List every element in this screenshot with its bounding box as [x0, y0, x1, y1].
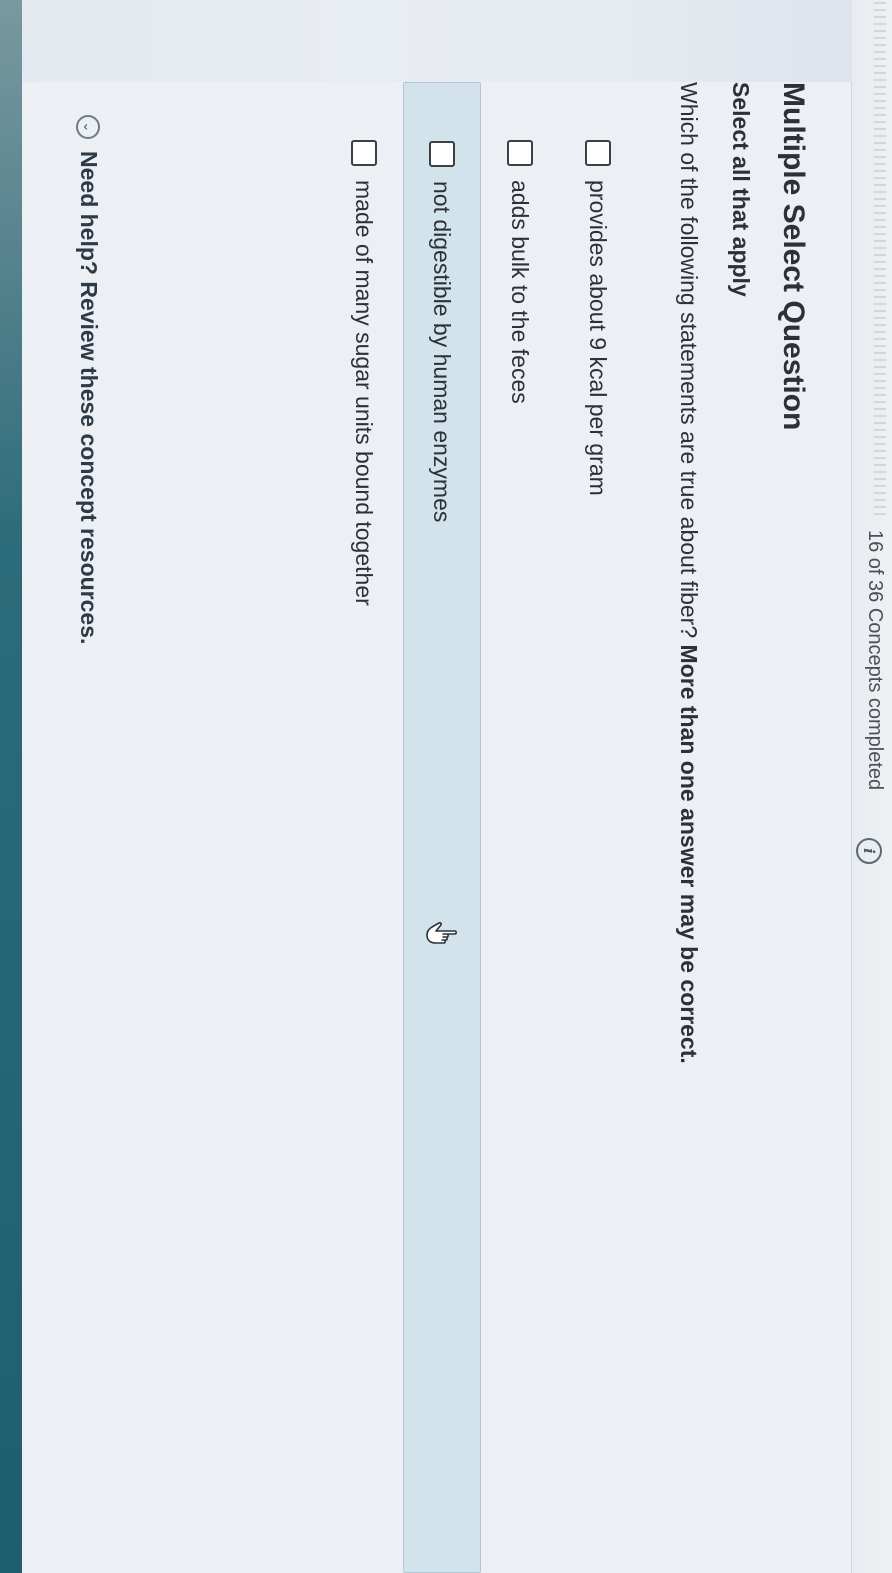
question-instruction: Select all that apply [728, 82, 754, 297]
help-link-text: Need help? Review these concept resource… [76, 151, 102, 645]
answer-option[interactable]: made of many sugar units bound together [325, 82, 403, 1573]
answer-options: provides about 9 kcal per gram adds bulk… [325, 82, 637, 1573]
checkbox[interactable] [429, 141, 455, 167]
answer-option[interactable]: adds bulk to the feces [481, 82, 559, 1573]
answer-option-label: not digestible by human enzymes [429, 181, 456, 523]
help-link[interactable]: ⌄ Need help? Review these concept resour… [75, 115, 102, 644]
info-icon[interactable]: i [856, 838, 882, 864]
accent-strip [0, 0, 22, 1573]
question-prompt-text: Which of the following statements are tr… [676, 82, 702, 645]
answer-option[interactable]: provides about 9 kcal per gram [559, 82, 637, 1573]
question-prompt: Which of the following statements are tr… [675, 82, 702, 1064]
progress-header: 16 of 36 Concepts completed i [852, 0, 892, 1573]
checkbox[interactable] [585, 140, 611, 166]
hand-cursor-icon [426, 921, 457, 944]
answer-option-label: adds bulk to the feces [507, 180, 534, 404]
progress-text: 16 of 36 Concepts completed [864, 530, 886, 791]
page: 16 of 36 Concepts completed i Multiple S… [0, 0, 892, 1573]
chevron-down-icon: ⌄ [76, 115, 101, 139]
checkbox[interactable] [507, 140, 533, 166]
screen: 16 of 36 Concepts completed i Multiple S… [0, 0, 892, 1573]
progress-bar [874, 0, 886, 520]
question-prompt-note: More than one answer may be correct. [676, 644, 702, 1064]
question-type-title: Multiple Select Question [777, 82, 810, 431]
checkbox[interactable] [351, 140, 377, 166]
answer-option[interactable]: not digestible by human enzymes [403, 82, 481, 1573]
answer-option-label: provides about 9 kcal per gram [585, 180, 612, 496]
answer-option-label: made of many sugar units bound together [351, 180, 378, 606]
